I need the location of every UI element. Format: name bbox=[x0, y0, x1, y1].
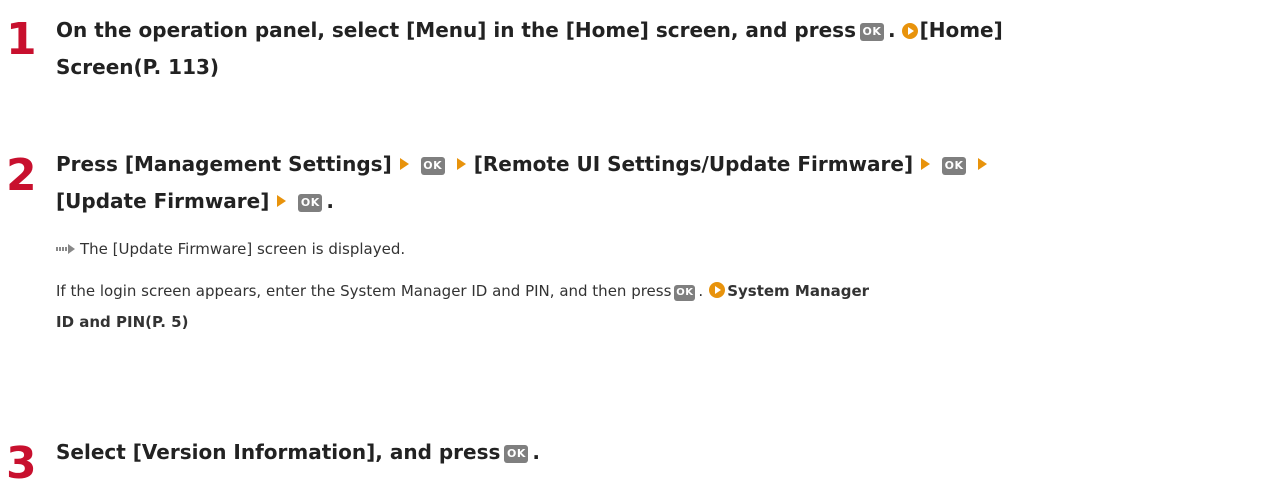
ok-key-icon: OK bbox=[420, 157, 445, 175]
arrow-right-icon bbox=[399, 158, 409, 170]
ok-key-icon: OK bbox=[674, 285, 696, 301]
ok-key-icon: OK bbox=[504, 445, 529, 463]
arrow-right-icon bbox=[921, 158, 931, 170]
home-screen-link-cont[interactable]: Screen(P. 113) bbox=[56, 55, 219, 79]
step-text: On the operation panel, select [Menu] in… bbox=[56, 18, 856, 42]
system-manager-link[interactable]: System Manager bbox=[727, 282, 869, 300]
step-number: 1 bbox=[6, 14, 37, 65]
step-note: If the login screen appears, enter the S… bbox=[56, 282, 870, 331]
link-arrow-icon bbox=[709, 282, 726, 298]
arrow-right-icon bbox=[277, 195, 287, 207]
ok-key-icon: OK bbox=[859, 23, 884, 41]
arrow-right-icon bbox=[978, 158, 988, 170]
step-number: 2 bbox=[6, 150, 37, 201]
link-arrow-icon bbox=[901, 23, 918, 39]
home-screen-link[interactable]: [Home] bbox=[920, 18, 1003, 42]
step-heading: On the operation panel, select [Menu] in… bbox=[56, 18, 1003, 79]
result-arrow-icon bbox=[56, 244, 76, 254]
step-heading: Press [Management Settings] OK [Remote UI … bbox=[56, 146, 1242, 220]
arrow-right-icon bbox=[456, 158, 466, 170]
ok-key-icon: OK bbox=[942, 157, 967, 175]
system-manager-link-cont[interactable]: ID and PIN(P. 5) bbox=[56, 313, 188, 331]
step-heading: Select [Version Information], and press O… bbox=[56, 440, 541, 464]
ok-key-icon: OK bbox=[298, 194, 323, 212]
step-number: 3 bbox=[6, 438, 37, 489]
step-result: The [Update Firmware] screen is displaye… bbox=[56, 234, 1242, 265]
